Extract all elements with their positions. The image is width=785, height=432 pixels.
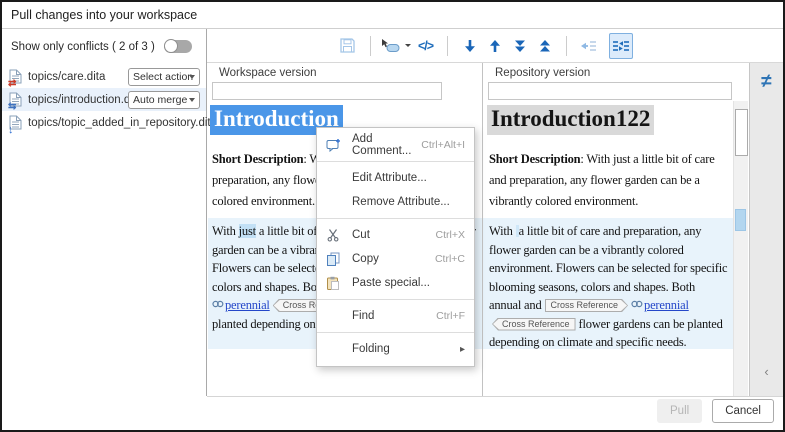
dialog-title: Pull changes into your workspace bbox=[2, 2, 783, 29]
conflict-filter-row: Show only conflicts ( 2 of 3 ) bbox=[11, 40, 192, 53]
chevron-down-icon bbox=[189, 98, 195, 102]
pull-changes-dialog: Pull changes into your workspace Show on… bbox=[0, 0, 785, 432]
workspace-version-label: Workspace version bbox=[219, 67, 317, 79]
repository-document-heading: Introduction122 bbox=[487, 105, 654, 135]
perennial-link[interactable]: perennial bbox=[212, 298, 270, 312]
pull-button[interactable]: Pull bbox=[657, 399, 702, 423]
perennial-link[interactable]: perennial bbox=[631, 298, 689, 312]
link-icon bbox=[212, 300, 224, 308]
chevron-down-icon bbox=[405, 44, 411, 47]
repository-path-field[interactable] bbox=[488, 82, 732, 100]
menu-separator bbox=[317, 161, 474, 162]
menu-item-cut[interactable]: Cut Ctrl+X bbox=[317, 223, 474, 247]
editor-context-menu: Add Comment... Ctrl+Alt+I Edit Attribute… bbox=[316, 127, 475, 367]
diff-overview-strip: ≠ ‹ bbox=[749, 63, 783, 396]
menu-separator bbox=[317, 218, 474, 219]
cut-icon bbox=[325, 227, 341, 243]
link-icon bbox=[631, 300, 643, 308]
auto-merge-file-icon: ⇆ bbox=[9, 92, 22, 107]
menu-item-remove-attribute[interactable]: Remove Attribute... bbox=[317, 190, 474, 214]
toolbar-separator bbox=[370, 36, 371, 56]
menu-item-paste-special[interactable]: Paste special... bbox=[317, 271, 474, 295]
file-row-care[interactable]: ⇄ topics/care.dita Select action bbox=[2, 65, 206, 88]
file-name: topics/care.dita bbox=[28, 71, 105, 83]
conflict-filter-label: Show only conflicts ( 2 of 3 ) bbox=[11, 41, 155, 53]
file-row-topic-added[interactable]: ↓ topics/topic_added_in_repository.dita bbox=[2, 111, 206, 134]
repository-version-label: Repository version bbox=[495, 67, 590, 79]
repository-short-description: Short Description: With just a little bi… bbox=[489, 149, 729, 212]
repository-changed-paragraph: With a little bit of care and preparatio… bbox=[483, 218, 733, 349]
first-difference-icon[interactable] bbox=[537, 35, 553, 57]
file-name: topics/topic_added_in_repository.dita bbox=[28, 117, 217, 129]
not-equal-indicator: ≠ bbox=[750, 71, 783, 93]
toolbar-separator bbox=[566, 36, 567, 56]
file-list-sidebar: Show only conflicts ( 2 of 3 ) ⇄ topics/… bbox=[2, 29, 207, 396]
menu-item-add-comment[interactable]: Add Comment... Ctrl+Alt+I bbox=[317, 133, 474, 157]
menu-item-copy[interactable]: Copy Ctrl+C bbox=[317, 247, 474, 271]
menu-item-find[interactable]: Find Ctrl+F bbox=[317, 304, 474, 328]
change-overview-marker[interactable] bbox=[735, 209, 746, 231]
toolbar-separator bbox=[447, 36, 448, 56]
workspace-path-field[interactable] bbox=[212, 82, 442, 100]
transfer-change-icon[interactable] bbox=[580, 35, 598, 57]
last-difference-icon[interactable] bbox=[512, 35, 528, 57]
repository-pane-scrollbar[interactable] bbox=[733, 101, 748, 396]
file-action-select[interactable]: Auto merge bbox=[128, 91, 200, 109]
previous-difference-icon[interactable] bbox=[487, 35, 503, 57]
file-action-select[interactable]: Select action bbox=[128, 68, 200, 86]
show-only-conflicts-toggle[interactable] bbox=[164, 40, 192, 53]
submenu-arrow-icon: ▸ bbox=[460, 344, 465, 355]
cross-reference-start-tag[interactable]: Cross Reference bbox=[545, 299, 629, 312]
chevron-down-icon bbox=[189, 75, 195, 79]
added-in-repository-file-icon: ↓ bbox=[9, 115, 22, 130]
menu-separator bbox=[317, 299, 474, 300]
save-icon[interactable] bbox=[339, 35, 356, 57]
conflict-file-icon: ⇄ bbox=[9, 69, 22, 84]
merge-toolbar: </> bbox=[207, 29, 783, 63]
paste-icon bbox=[325, 275, 341, 291]
synchronized-views-icon[interactable] bbox=[609, 33, 633, 59]
menu-item-edit-attribute[interactable]: Edit Attribute... bbox=[317, 166, 474, 190]
add-comment-icon bbox=[325, 137, 341, 153]
copy-icon bbox=[325, 251, 341, 267]
editor-bottom-border bbox=[207, 396, 783, 397]
menu-item-folding[interactable]: Folding ▸ bbox=[317, 337, 474, 361]
next-difference-icon[interactable] bbox=[462, 35, 478, 57]
dialog-footer: Pull Cancel bbox=[657, 399, 774, 423]
collapse-chevron-icon[interactable]: ‹ bbox=[750, 364, 783, 379]
source-view-icon[interactable]: </> bbox=[418, 35, 433, 57]
file-name: topics/introduction.dita bbox=[28, 94, 142, 106]
toggle-knob-icon bbox=[164, 39, 178, 53]
file-row-introduction[interactable]: ⇆ topics/introduction.dita Auto merge bbox=[2, 88, 206, 111]
cross-reference-end-tag[interactable]: Cross Reference bbox=[492, 318, 576, 331]
tags-display-mode-icon[interactable] bbox=[381, 35, 411, 57]
cancel-button[interactable]: Cancel bbox=[712, 399, 774, 423]
menu-separator bbox=[317, 332, 474, 333]
scrollbar-thumb[interactable] bbox=[735, 109, 748, 156]
